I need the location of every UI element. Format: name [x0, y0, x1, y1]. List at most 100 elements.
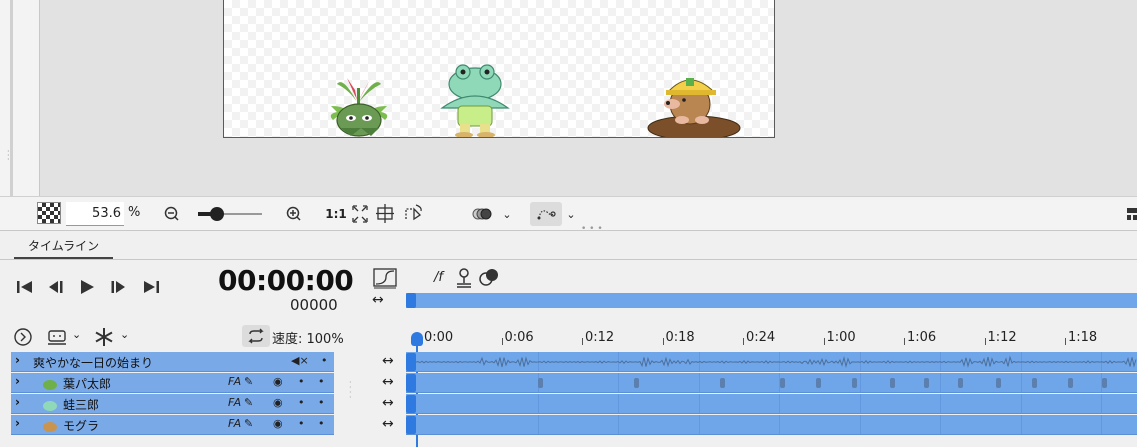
one-to-one-button[interactable]: 1:1: [325, 197, 347, 231]
track-option-dot[interactable]: •: [298, 375, 305, 388]
track-option-dot[interactable]: •: [318, 417, 325, 430]
keyframe-marker[interactable]: [1032, 378, 1037, 388]
auto-animation-button[interactable]: FA: [228, 417, 241, 430]
blend-icon[interactable]: [478, 266, 500, 290]
zoom-in-icon[interactable]: [284, 197, 304, 231]
skip-to-start-icon[interactable]: [14, 276, 36, 298]
character-thumbnail-icon: [43, 422, 57, 432]
clip-start-handle[interactable]: [406, 395, 416, 413]
zoom-input[interactable]: [66, 202, 124, 226]
ruler-tick: [501, 338, 503, 345]
track-header[interactable]: › 蛙三郎 FA ✎ ◉ • •: [11, 394, 334, 414]
track-clip[interactable]: [406, 394, 1137, 414]
snowflake-dropdown-icon[interactable]: ⌄: [120, 328, 129, 341]
resize-arrow-icon[interactable]: ↔: [382, 416, 394, 432]
chevron-right-icon[interactable]: ›: [15, 416, 20, 430]
keyframe-marker[interactable]: [1068, 378, 1073, 388]
timeline-overview-bar[interactable]: [406, 293, 1137, 308]
pin-icon[interactable]: [454, 266, 474, 290]
track-option-dot[interactable]: •: [298, 417, 305, 430]
ruler-label: 0:18: [665, 330, 695, 345]
track-row[interactable]: › 蛙三郎 FA ✎ ◉ • • ↔: [0, 394, 1137, 415]
track-header[interactable]: › モグラ FA ✎ ◉ • •: [11, 415, 334, 435]
track-clip[interactable]: [406, 373, 1137, 393]
playhead-handle[interactable]: [411, 332, 423, 346]
grid-line: [699, 415, 700, 435]
chevron-right-icon[interactable]: ›: [15, 374, 20, 388]
track-header[interactable]: › 爽やかな一日の始まり ◀× •: [11, 352, 334, 372]
loop-button[interactable]: [242, 325, 270, 347]
keyframe-marker[interactable]: [780, 378, 785, 388]
track-clip[interactable]: [406, 415, 1137, 435]
chevron-right-icon[interactable]: ›: [15, 395, 20, 409]
expression-button[interactable]: /f: [434, 266, 443, 290]
fit-screen-icon[interactable]: [350, 197, 370, 231]
keyframe-marker[interactable]: [996, 378, 1001, 388]
overview-handle[interactable]: [406, 293, 416, 308]
tab-timeline[interactable]: タイムライン: [14, 235, 114, 259]
resize-arrow-icon[interactable]: ↔: [382, 353, 394, 369]
keyframe-marker[interactable]: [958, 378, 963, 388]
keyframe-marker[interactable]: [634, 378, 639, 388]
auto-animation-button[interactable]: FA: [228, 396, 241, 409]
chevron-right-icon[interactable]: ›: [15, 353, 20, 367]
keyframe-marker[interactable]: [924, 378, 929, 388]
pen-icon[interactable]: ✎: [244, 417, 253, 430]
onion-skin-icon[interactable]: [470, 197, 496, 231]
display-mode-dropdown-icon[interactable]: ⌄: [72, 328, 81, 341]
play-icon[interactable]: [76, 276, 98, 298]
step-forward-icon[interactable]: [108, 276, 130, 298]
track-option-dot[interactable]: •: [318, 396, 325, 409]
track-option-dot[interactable]: •: [318, 375, 325, 388]
keyframe-marker[interactable]: [538, 378, 543, 388]
track-row[interactable]: › モグラ FA ✎ ◉ • • ↔: [0, 415, 1137, 436]
rotate-icon[interactable]: [402, 197, 424, 231]
motion-path-dropdown-icon[interactable]: ⌄: [564, 197, 578, 231]
keyframe-marker[interactable]: [852, 378, 857, 388]
track-row[interactable]: › 爽やかな一日の始まり ◀× • ↔: [0, 352, 1137, 373]
mute-icon[interactable]: ◀×: [291, 354, 309, 367]
resize-arrow-icon[interactable]: ↔: [372, 292, 384, 308]
pen-icon[interactable]: ✎: [244, 396, 253, 409]
skip-to-end-icon[interactable]: [140, 276, 162, 298]
zoom-out-icon[interactable]: [162, 197, 182, 231]
character-mole[interactable]: [642, 70, 742, 138]
keyframe-marker[interactable]: [1102, 378, 1107, 388]
ruler-label: 0:24: [746, 330, 776, 345]
motion-path-button[interactable]: [530, 202, 562, 226]
grid-icon[interactable]: [374, 197, 396, 231]
curve-editor-icon[interactable]: [372, 266, 398, 290]
resize-arrow-icon[interactable]: ↔: [382, 395, 394, 411]
character-frog[interactable]: [436, 64, 514, 138]
expand-circle-icon[interactable]: [12, 326, 34, 348]
eye-icon[interactable]: ◉: [273, 417, 283, 430]
stage-canvas[interactable]: [223, 0, 775, 138]
track-header[interactable]: › 葉パ太郎 FA ✎ ◉ • •: [11, 373, 334, 393]
character-sprout[interactable]: [327, 70, 391, 138]
zoom-slider-handle[interactable]: [210, 207, 225, 221]
track-name: 爽やかな一日の始まり: [33, 356, 154, 370]
auto-animation-button[interactable]: FA: [228, 375, 241, 388]
track-option-dot[interactable]: •: [298, 396, 305, 409]
speed-label[interactable]: 速度: 100%: [272, 328, 344, 347]
checkerboard-icon[interactable]: [37, 202, 61, 224]
onion-skin-dropdown-icon[interactable]: ⌄: [500, 197, 514, 231]
track-row[interactable]: › 葉パ太郎 FA ✎ ◉ • • ↔: [0, 373, 1137, 394]
clip-start-handle[interactable]: [406, 416, 416, 434]
keyframe-marker[interactable]: [816, 378, 821, 388]
eye-icon[interactable]: ◉: [273, 396, 283, 409]
resize-arrow-icon[interactable]: ↔: [382, 374, 394, 390]
clip-start-handle[interactable]: [406, 353, 416, 371]
step-back-icon[interactable]: [44, 276, 66, 298]
canvas-viewport[interactable]: · · ·: [0, 0, 1137, 196]
pen-icon[interactable]: ✎: [244, 375, 253, 388]
snowflake-icon[interactable]: [92, 325, 116, 349]
display-mode-icon[interactable]: [46, 326, 68, 348]
eye-icon[interactable]: ◉: [273, 375, 283, 388]
keyframe-marker[interactable]: [720, 378, 725, 388]
panel-layout-icon[interactable]: [1125, 197, 1137, 231]
clip-start-handle[interactable]: [406, 374, 416, 392]
keyframe-marker[interactable]: [890, 378, 895, 388]
track-option-dot[interactable]: •: [321, 354, 328, 367]
gutter-grip[interactable]: · · ·: [7, 148, 10, 164]
